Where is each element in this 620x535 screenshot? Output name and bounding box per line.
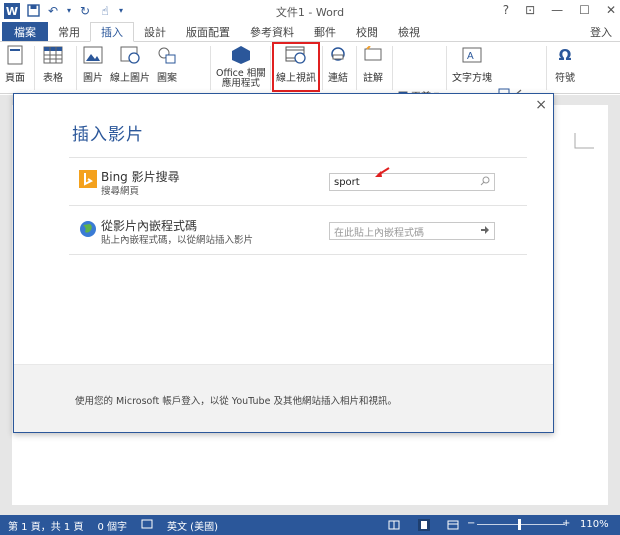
comment-icon	[362, 44, 384, 66]
ribbon-separator	[76, 46, 77, 90]
ribbon-tabs: 檔案 常用 插入 設計 版面配置 參考資料 郵件 校閱 檢視	[0, 22, 620, 42]
bing-search-input[interactable]: sport	[329, 173, 495, 191]
omega-icon: Ω	[558, 46, 572, 64]
zoom-slider-thumb[interactable]	[518, 519, 521, 530]
ribbon-separator	[34, 46, 35, 90]
embed-code-row: 從影片內嵌程式碼 貼上內嵌程式碼，以從網站插入影片 在此貼上內嵌程式碼	[69, 205, 527, 255]
word-count-status[interactable]: 0 個字	[97, 518, 127, 533]
online-picture-icon	[119, 44, 141, 66]
embed-code-subtitle: 貼上內嵌程式碼，以從網站插入影片	[101, 235, 254, 246]
online-pictures-button[interactable]: 線上圖片	[110, 44, 150, 84]
online-video-highlight	[272, 42, 320, 92]
page-count-status[interactable]: 第 1 頁，共 1 頁	[8, 518, 83, 533]
insert-arrow-icon[interactable]	[480, 225, 490, 238]
page-icon	[4, 44, 26, 66]
office-apps-icon	[230, 44, 252, 66]
zoom-in-button[interactable]: +	[562, 518, 570, 529]
page-margin-mark	[574, 133, 594, 149]
page-button[interactable]: 頁面	[4, 44, 26, 84]
bing-search-subtitle: 搜尋網頁	[101, 186, 140, 197]
tab-file[interactable]: 檔案	[2, 22, 48, 41]
links-button[interactable]: 連結	[327, 44, 349, 84]
sign-in-notice: 使用您的 Microsoft 帳戶登入，以從 YouTube 及其他網站插入相片…	[75, 396, 397, 407]
bing-icon	[79, 170, 97, 191]
shapes-icon	[156, 44, 178, 66]
ribbon-separator	[270, 46, 271, 90]
symbols-button[interactable]: Ω 符號	[554, 44, 576, 84]
dialog-footer: 使用您的 Microsoft 帳戶登入，以從 YouTube 及其他網站插入相片…	[14, 364, 553, 432]
read-mode-icon[interactable]	[388, 520, 400, 530]
globe-icon	[79, 220, 97, 241]
search-icon[interactable]	[480, 176, 490, 189]
ribbon-separator	[210, 46, 211, 90]
pictures-button[interactable]: 圖片	[82, 44, 104, 84]
language-status[interactable]: 英文 (美國)	[167, 518, 218, 533]
bing-search-value: sport	[334, 176, 360, 188]
print-layout-icon[interactable]	[418, 519, 430, 531]
tab-mailings[interactable]: 郵件	[304, 22, 346, 41]
table-icon	[42, 44, 64, 66]
title-bar: W ↶ ▾ ↻ ☝ ▾ 文件1 - Word ? ⊡ — ☐ ✕	[0, 0, 620, 22]
zoom-level[interactable]: 110%	[580, 519, 609, 530]
tab-design[interactable]: 設計	[134, 22, 176, 41]
zoom-slider[interactable]	[477, 524, 565, 525]
ribbon-display-options-button[interactable]: ⊡	[525, 3, 535, 17]
textbox-button[interactable]: A 文字方塊	[452, 44, 492, 84]
dialog-close-button[interactable]: ×	[535, 97, 547, 113]
status-bar: 第 1 頁，共 1 頁 0 個字 英文 (美國) − + 110%	[0, 515, 620, 535]
table-button[interactable]: 表格	[42, 44, 64, 84]
ribbon-separator	[356, 46, 357, 90]
window-controls: ? ⊡ — ☐ ✕	[503, 3, 616, 17]
tab-home[interactable]: 常用	[48, 22, 90, 41]
embed-code-input[interactable]: 在此貼上內嵌程式碼	[329, 222, 495, 240]
tab-insert[interactable]: 插入	[90, 22, 134, 42]
office-apps-button[interactable]: Office 相關 應用程式	[216, 44, 266, 89]
close-button[interactable]: ✕	[606, 3, 616, 17]
ribbon-separator	[392, 46, 393, 90]
red-arrow-pointer-icon	[375, 167, 390, 177]
proofing-icon[interactable]	[141, 519, 153, 532]
zoom-out-button[interactable]: −	[467, 518, 475, 529]
link-icon	[327, 44, 349, 66]
web-layout-icon[interactable]	[447, 520, 459, 530]
picture-icon	[82, 44, 104, 66]
shapes-button[interactable]: 圖案	[156, 44, 178, 84]
bing-video-search-row: Bing 影片搜尋 搜尋網頁 sport	[69, 157, 527, 205]
minimize-button[interactable]: —	[551, 3, 563, 17]
maximize-button[interactable]: ☐	[579, 3, 590, 17]
svg-text:A: A	[467, 51, 474, 62]
insert-video-dialog: × 插入影片 Bing 影片搜尋 搜尋網頁 sport 從影片內嵌程式碼 貼上內…	[13, 93, 554, 433]
embed-code-placeholder: 在此貼上內嵌程式碼	[334, 227, 424, 239]
tab-page-layout[interactable]: 版面配置	[176, 22, 240, 41]
ribbon-separator	[546, 46, 547, 90]
tab-references[interactable]: 參考資料	[240, 22, 304, 41]
comment-button[interactable]: 註解	[362, 44, 384, 84]
dialog-title: 插入影片	[72, 125, 144, 145]
sign-in-link[interactable]: 登入	[590, 24, 612, 40]
ribbon-separator	[446, 46, 447, 90]
ribbon-separator	[322, 46, 323, 90]
help-button[interactable]: ?	[503, 3, 509, 17]
tab-review[interactable]: 校閱	[346, 22, 388, 41]
tab-view[interactable]: 檢視	[388, 22, 430, 41]
textbox-icon: A	[461, 44, 483, 66]
